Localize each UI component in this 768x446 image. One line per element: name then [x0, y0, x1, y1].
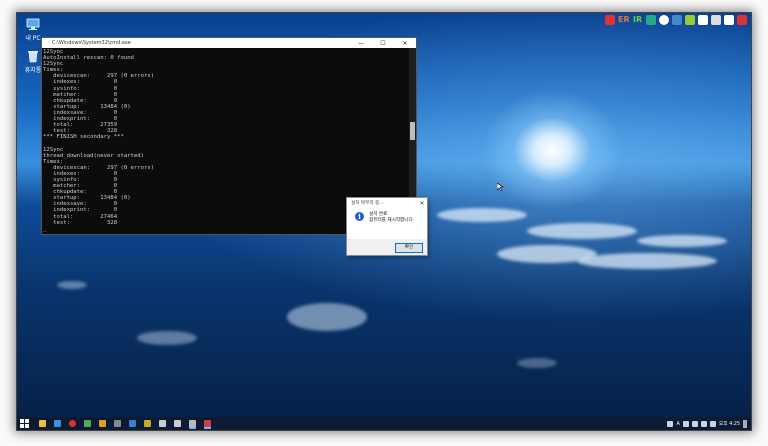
network-icon[interactable]: [700, 420, 707, 427]
top-tray-icons: ER IR: [605, 15, 747, 25]
taskbar-app-opera[interactable]: [69, 420, 76, 427]
dialog-title: 설치 마무리 중...: [351, 201, 384, 206]
cloud: [287, 303, 367, 331]
tray-icon[interactable]: [685, 15, 695, 25]
taskbar-app-edge[interactable]: [54, 420, 61, 427]
cloud: [57, 281, 87, 289]
taskbar-app-installer[interactable]: [204, 420, 211, 427]
tray-icon[interactable]: [605, 15, 615, 25]
taskbar-app[interactable]: [114, 420, 121, 427]
cloud: [637, 235, 727, 247]
desktop-icon-label: 휴지통: [24, 67, 42, 74]
tray-icon[interactable]: [698, 15, 708, 25]
install-dialog[interactable]: 설치 마무리 중... ✕ i 설치 완료 컴퓨터를 재시작합니다. 확인: [347, 198, 427, 255]
cloud: [437, 208, 527, 222]
tray-label-ir[interactable]: IR: [633, 15, 643, 25]
screenshot-frame: 내 PC 휴지통 ER IR C:\Windows\System32\cmd.e…: [0, 0, 768, 446]
desktop: 내 PC 휴지통 ER IR C:\Windows\System32\cmd.e…: [17, 13, 751, 430]
tray-icon[interactable]: [711, 15, 721, 25]
cloud: [577, 253, 717, 269]
taskbar-app-explorer[interactable]: [39, 420, 46, 427]
tray-icon[interactable]: [672, 15, 682, 25]
tray-icon[interactable]: [659, 15, 669, 25]
taskbar-app-cmd[interactable]: [189, 420, 196, 427]
maximize-button[interactable]: ☐: [372, 40, 394, 47]
taskbar-app[interactable]: [129, 420, 136, 427]
tray-icon[interactable]: [682, 420, 689, 427]
taskbar-app[interactable]: [159, 420, 166, 427]
tray-icon[interactable]: [691, 420, 698, 427]
desktop-icon-label: 내 PC: [25, 35, 41, 42]
dialog-titlebar[interactable]: 설치 마무리 중... ✕: [347, 198, 427, 208]
volume-icon[interactable]: [709, 420, 716, 427]
computer-icon: [26, 17, 40, 31]
tray-icon[interactable]: [737, 15, 747, 25]
cloud: [527, 223, 637, 239]
cmd-title: C:\Windows\System32\cmd.exe: [52, 40, 131, 46]
tray-icon[interactable]: [724, 15, 734, 25]
taskbar: A 오후 4:25: [17, 417, 751, 430]
tray-label-er[interactable]: ER: [618, 15, 630, 25]
scrollbar-thumb[interactable]: [410, 122, 415, 140]
clock[interactable]: 오후 4:25: [719, 420, 740, 427]
ime-indicator-icon[interactable]: A: [676, 421, 679, 427]
tray-icon[interactable]: [667, 420, 674, 427]
dialog-close-button[interactable]: ✕: [417, 200, 427, 207]
info-icon: i: [355, 212, 364, 221]
notification-icon[interactable]: [743, 419, 747, 428]
mouse-cursor-icon: [496, 176, 506, 195]
taskbar-app[interactable]: [174, 420, 181, 427]
close-button[interactable]: ✕: [394, 40, 416, 47]
minimize-button[interactable]: —: [350, 40, 372, 47]
taskbar-app[interactable]: [99, 420, 106, 427]
cloud: [137, 331, 197, 345]
taskbar-app[interactable]: [84, 420, 91, 427]
dialog-message-line2: 컴퓨터를 재시작합니다.: [369, 218, 415, 223]
dialog-message: 설치 완료 컴퓨터를 재시작합니다.: [369, 212, 414, 224]
start-button[interactable]: [20, 419, 29, 428]
cmd-titlebar[interactable]: C:\Windows\System32\cmd.exe — ☐ ✕: [42, 38, 416, 48]
recycle-bin-icon: [26, 49, 40, 63]
tray-icon[interactable]: [646, 15, 656, 25]
system-tray: A 오후 4:25: [667, 417, 747, 430]
ok-button[interactable]: 확인: [395, 243, 423, 253]
taskbar-app[interactable]: [144, 420, 151, 427]
cloud: [517, 358, 557, 368]
